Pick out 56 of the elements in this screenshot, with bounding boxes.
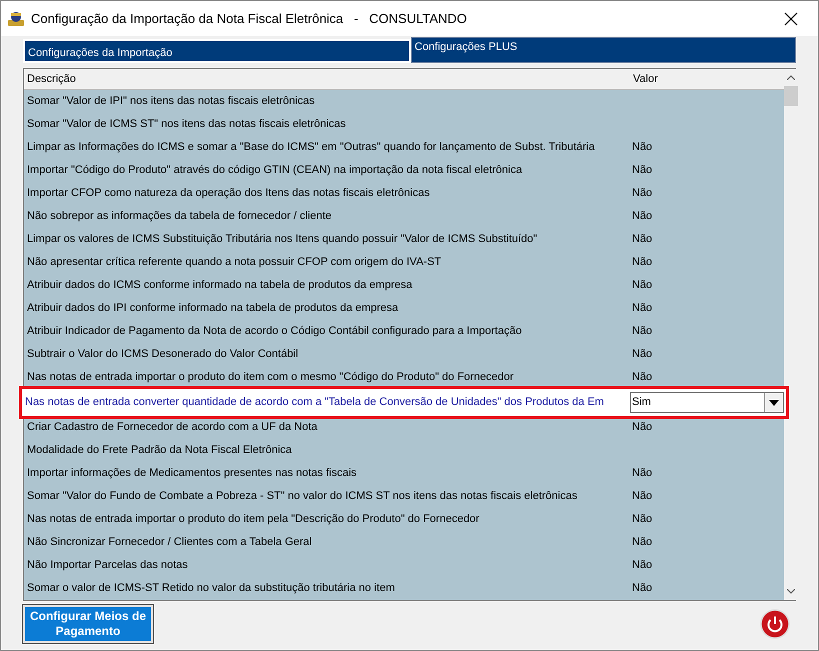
row-value: Não: [632, 163, 652, 178]
row-value: Não: [632, 420, 652, 436]
row-value: Não: [632, 209, 652, 224]
row-value: Não: [632, 347, 652, 362]
row-description: Somar "Valor do Fundo de Combate a Pobreza - ST" no valor do ICMS ST nos itens das notas fiscais eletrônicas: [26, 489, 578, 504]
row-description: Atribuir dados do IPI conforme informado na tabela de produtos da empresa: [26, 301, 400, 316]
row-description: Somar o valor de ICMS-ST Retido no valor da substitução tributária no item: [26, 581, 396, 596]
caret-icon: [769, 400, 779, 406]
tab[interactable]: Configurações da Importação: [23, 39, 410, 63]
row-description: Atribuir Indicador de Pagamento da Nota de acordo o Código Contábil configurado para a Importação: [26, 324, 523, 340]
row-description: Nas notas de entrada converter quantidade de acordo com a "Tabela de Conversão de Unidades" dos Produtos da Em: [24, 395, 605, 410]
row-value: Não: [632, 512, 652, 528]
value-dropdown[interactable]: Sim: [630, 392, 784, 413]
row-value: Não: [632, 489, 652, 504]
row-description: Não apresentar crítica referente quando a nota possuir CFOP com origem do IVA-ST: [26, 255, 442, 270]
payment-button[interactable]: Configurar Meios de Pagamento: [23, 605, 153, 643]
row-value: Não: [632, 370, 652, 386]
row-value: Não: [632, 255, 652, 270]
row-description: Somar "Valor de ICMS ST" nos itens das notas fiscais eletrônicas: [26, 117, 347, 132]
row-description: Criar Cadastro de Fornecedor de acordo com a UF da Nota: [26, 420, 318, 436]
row-description: Limpar os valores de ICMS Substituição Tributária nos Itens quando possuir "Valor de ICMS Substituído": [26, 232, 538, 248]
row-description: Subtrair o Valor do ICMS Desonerado do Valor Contábil: [26, 347, 300, 362]
row-description: Não Importar Parcelas das notas: [26, 558, 189, 574]
column-header: Descrição: [26, 72, 77, 87]
app-icon: [7, 10, 25, 26]
row-description: Não sobrepor as informações da tabela de fornecedor / cliente: [26, 209, 333, 224]
power-icon[interactable]: [760, 609, 790, 639]
selected-row[interactable]: Nas notas de entrada converter quantidade de acordo com a "Tabela de Conversão de Unidades" dos Produtos da Em Sim: [22, 389, 786, 416]
row-description: Importar informações de Medicamentos presentes nas notas fiscais: [26, 466, 358, 482]
row-description: Nas notas de entrada importar o produto do item com o mesmo "Código do Produto" do Fornecedor: [26, 370, 515, 386]
row-description: Nas notas de entrada importar o produto do item pela "Descrição do Produto" do Fornecedor: [26, 512, 480, 528]
row-value: Não: [632, 535, 652, 550]
row-value: Não: [632, 140, 652, 156]
row-value: Não: [632, 232, 652, 248]
row-description: Atribuir dados do ICMS conforme informado na tabela de produtos da empresa: [26, 278, 414, 294]
row-value: Não: [632, 558, 652, 574]
row-value: Não: [632, 324, 652, 340]
scroll-thumb[interactable]: [784, 86, 798, 106]
tab[interactable]: Configurações PLUS: [410, 37, 796, 63]
row-description: Importar "Código do Produto" através do código GTIN (CEAN) na importação da nota fiscal eletrônica: [26, 163, 524, 178]
row-value: Não: [632, 581, 652, 596]
scroll-up-icon[interactable]: [787, 75, 795, 80]
row-description: Importar CFOP como natureza da operação dos Itens das notas fiscais eletrônicas: [26, 186, 431, 202]
row-description: Modalidade do Frete Padrão da Nota Fiscal Eletrônica: [26, 443, 293, 458]
row-description: Somar "Valor de IPI" nos itens das notas fiscais eletrônicas: [26, 94, 316, 110]
scroll-down-icon[interactable]: [787, 589, 795, 594]
column-header: Valor: [632, 72, 658, 87]
close-icon[interactable]: [784, 12, 798, 26]
row-description: Limpar as Informações do ICMS e somar a "Base do ICMS" em "Outras" quando for lançamento de Subst. Tributária: [26, 140, 596, 156]
row-value: Não: [632, 278, 652, 294]
row-value: Não: [632, 466, 652, 482]
row-value: Não: [632, 301, 652, 316]
row-description: Não Sincronizar Fornecedor / Clientes com a Tabela Geral: [26, 535, 313, 550]
row-value: Não: [632, 186, 652, 202]
scrollbar[interactable]: [784, 69, 798, 600]
window-title: Configuração da Importação da Nota Fiscal Eletrônica - CONSULTANDO: [31, 10, 468, 28]
